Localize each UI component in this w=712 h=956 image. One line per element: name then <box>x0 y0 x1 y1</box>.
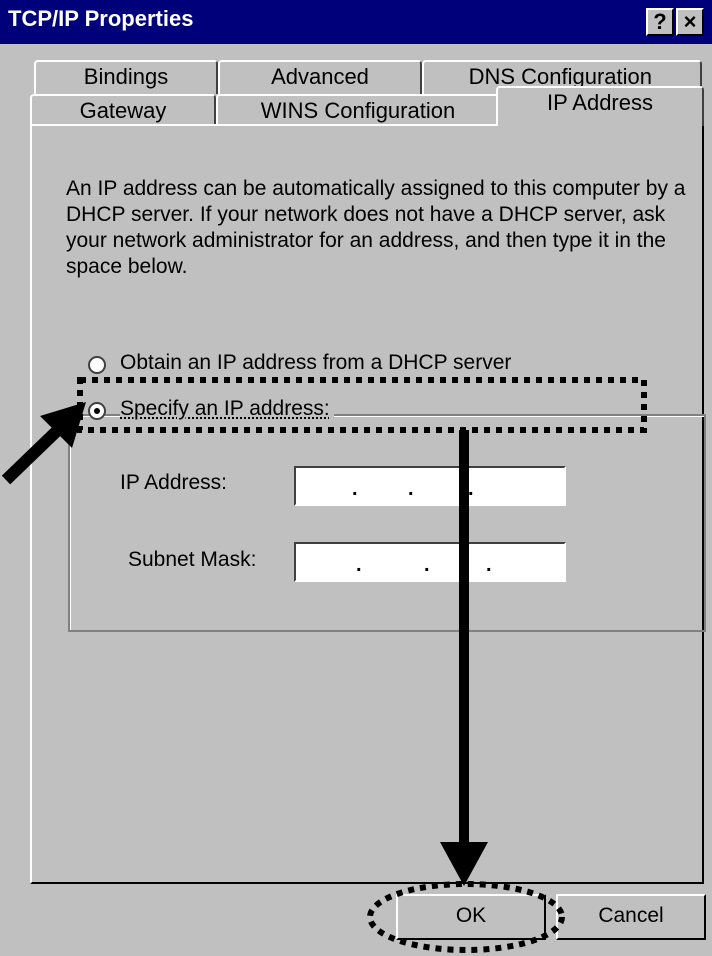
pointer-arrow-icon <box>1 402 86 485</box>
tcpip-properties-dialog: TCP/IP Properties ? × Bindings Advanced … <box>0 0 712 956</box>
annotation-overlay <box>1 377 647 953</box>
tab-ip-address[interactable]: IP Address <box>496 86 704 126</box>
down-arrow-icon <box>440 430 488 886</box>
highlight-box <box>77 377 647 433</box>
ok-highlight-ellipse <box>367 881 565 953</box>
